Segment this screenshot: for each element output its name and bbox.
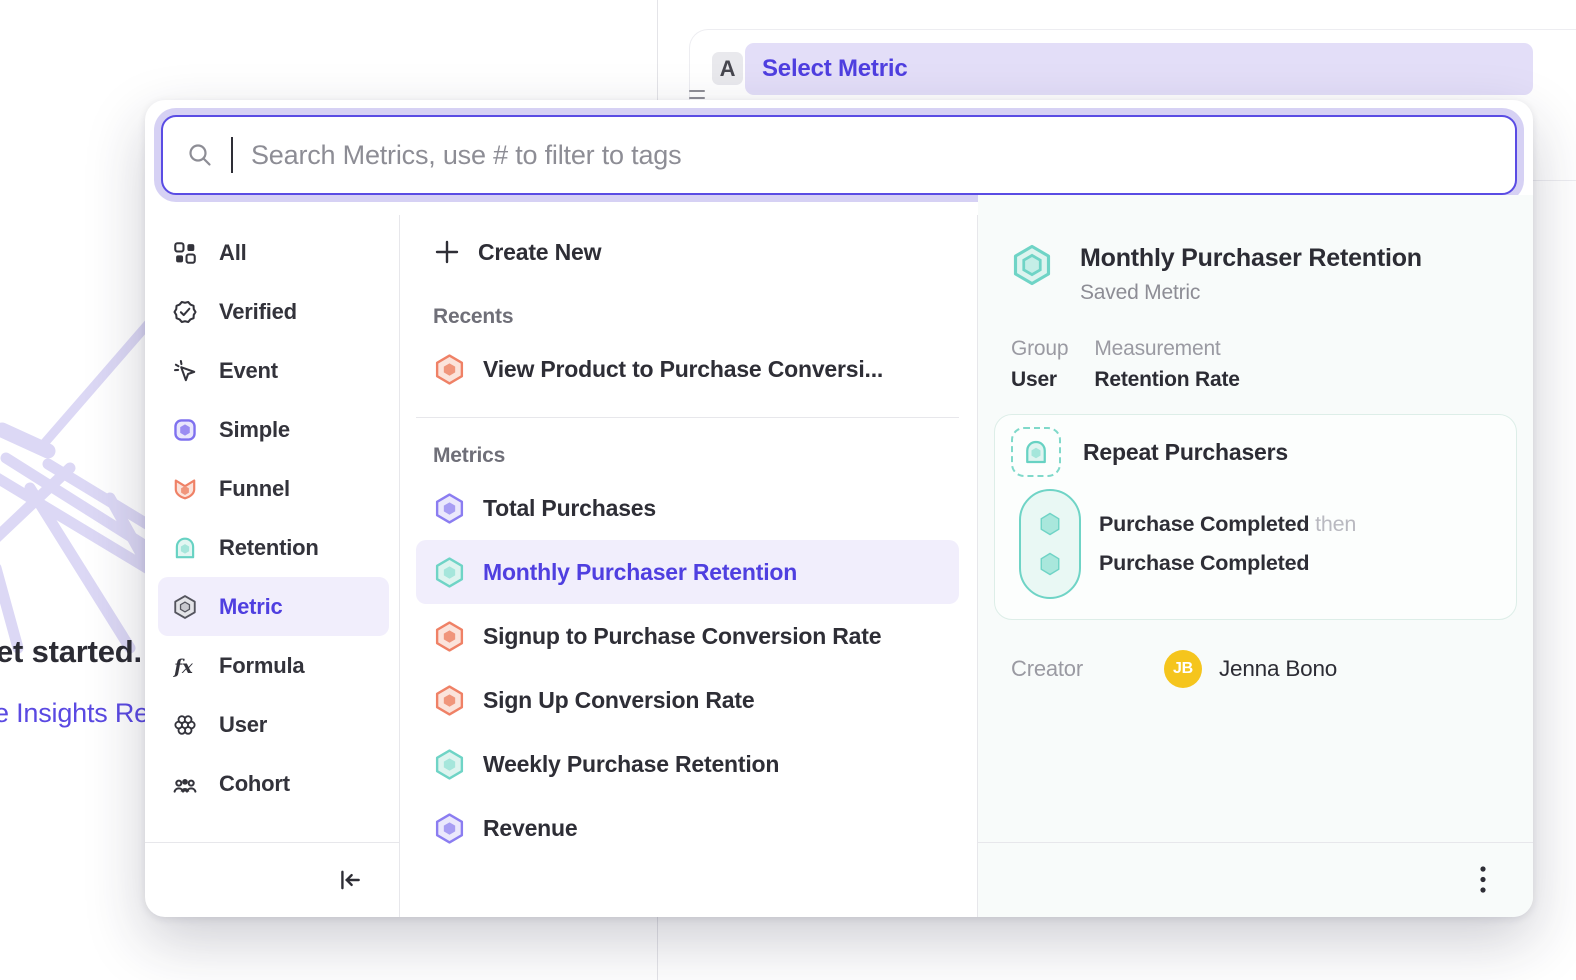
group-value: User <box>1011 368 1068 392</box>
cohort-title: Repeat Purchasers <box>1083 439 1288 466</box>
creator-row: Creator JB Jenna Bono <box>994 650 1517 688</box>
sidebar-item-verified[interactable]: Verified <box>158 282 389 341</box>
metric-label: Total Purchases <box>483 495 656 522</box>
metric-row-monthly-purchaser-retention[interactable]: Monthly Purchaser Retention <box>416 540 959 604</box>
event-hexagon-icon <box>1036 550 1064 578</box>
simple-metric-hexagon-icon <box>433 812 466 845</box>
measurement-label: Measurement <box>1094 337 1239 361</box>
funnel-icon <box>172 476 198 502</box>
sidebar-item-cohort[interactable]: Cohort <box>158 754 389 813</box>
plus-icon <box>433 238 461 266</box>
kebab-menu-button[interactable] <box>1463 860 1503 900</box>
sidebar-item-all[interactable]: All <box>158 223 389 282</box>
group-meta: Group User <box>1011 337 1068 392</box>
metric-label: Signup to Purchase Conversion Rate <box>483 623 881 650</box>
filter-sidebar: All Verified <box>145 215 400 917</box>
retention-metric-hexagon-icon <box>1010 243 1054 287</box>
metric-row-weekly-purchase-retention[interactable]: Weekly Purchase Retention <box>416 732 959 796</box>
create-new-button[interactable]: Create New <box>416 223 959 281</box>
metric-label: Revenue <box>483 815 577 842</box>
search-bar[interactable] <box>161 115 1517 195</box>
retention-metric-hexagon-icon <box>433 748 466 781</box>
sidebar-item-simple[interactable]: Simple <box>158 400 389 459</box>
sidebar-item-user[interactable]: User <box>158 695 389 754</box>
detail-header: Monthly Purchaser Retention Saved Metric <box>994 243 1517 305</box>
funnel-metric-hexagon-icon <box>433 353 466 386</box>
sidebar-item-formula[interactable]: fx Formula <box>158 636 389 695</box>
background-report-link-fragment[interactable]: e Insights Re <box>0 698 149 729</box>
metric-list: Create New Recents View Product to Purch… <box>400 215 978 917</box>
metric-label: Weekly Purchase Retention <box>483 751 779 778</box>
sidebar-item-label: Retention <box>219 535 319 561</box>
metric-label: Monthly Purchaser Retention <box>483 559 797 586</box>
metric-detail-panel: Monthly Purchaser Retention Saved Metric… <box>978 195 1533 917</box>
sidebar-item-label: Event <box>219 358 278 384</box>
creator-label: Creator <box>1011 656 1164 682</box>
metric-label: Sign Up Conversion Rate <box>483 687 754 714</box>
sidebar-item-event[interactable]: Event <box>158 341 389 400</box>
group-label: Group <box>1011 337 1068 361</box>
sidebar-item-metric[interactable]: Metric <box>158 577 389 636</box>
metric-row-revenue[interactable]: Revenue <box>416 796 959 860</box>
event-hexagon-icon <box>1036 510 1064 538</box>
measurement-value: Retention Rate <box>1094 368 1239 392</box>
metric-hexagon-icon <box>172 594 198 620</box>
svg-text:fx: fx <box>172 657 194 678</box>
recents-section-header: Recents <box>416 305 959 329</box>
measurement-meta: Measurement Retention Rate <box>1094 337 1239 392</box>
select-metric-button[interactable]: Select Metric <box>745 43 1533 95</box>
sidebar-item-label: Funnel <box>219 476 290 502</box>
creator-avatar: JB <box>1164 650 1202 688</box>
funnel-metric-hexagon-icon <box>433 620 466 653</box>
metric-row-total-purchases[interactable]: Total Purchases <box>416 476 959 540</box>
retention-definition-card: Repeat Purchasers <box>994 414 1517 620</box>
simple-borehole-icon <box>172 417 198 443</box>
create-new-label: Create New <box>478 239 601 266</box>
background-heading-fragment: et started. <box>0 634 142 670</box>
retention-arch-icon <box>172 535 198 561</box>
detail-subtitle: Saved Metric <box>1080 281 1422 305</box>
sidebar-item-funnel[interactable]: Funnel <box>158 459 389 518</box>
user-cluster-icon <box>172 712 198 738</box>
metrics-section-header: Metrics <box>416 444 959 468</box>
collapse-left-icon[interactable] <box>337 867 363 893</box>
formula-fx-icon: fx <box>172 653 198 679</box>
metric-row-signup-to-purchase-conversion-rate[interactable]: Signup to Purchase Conversion Rate <box>416 604 959 668</box>
grid-icon <box>172 240 198 266</box>
recent-metric-row[interactable]: View Product to Purchase Conversi... <box>416 337 959 401</box>
metric-label: View Product to Purchase Conversi... <box>483 356 883 383</box>
text-caret <box>231 137 233 173</box>
search-icon <box>187 142 213 168</box>
event-step-2: Purchase Completed <box>1099 551 1356 576</box>
cohort-people-icon <box>172 771 198 797</box>
detail-title: Monthly Purchaser Retention <box>1080 243 1422 273</box>
sidebar-item-retention[interactable]: Retention <box>158 518 389 577</box>
kebab-menu-icon <box>1479 865 1487 895</box>
event-step-1: Purchase Completed then <box>1099 512 1356 537</box>
metric-row-sign-up-conversion-rate[interactable]: Sign Up Conversion Rate <box>416 668 959 732</box>
sidebar-item-label: All <box>219 240 247 266</box>
sidebar-footer <box>145 842 399 917</box>
funnel-metric-hexagon-icon <box>433 684 466 717</box>
cursor-click-icon <box>172 358 198 384</box>
sidebar-item-label: User <box>219 712 267 738</box>
sidebar-item-label: Verified <box>219 299 297 325</box>
metric-picker-modal: All Verified <box>145 100 1533 917</box>
sidebar-item-label: Cohort <box>219 771 290 797</box>
simple-metric-hexagon-icon <box>433 492 466 525</box>
sidebar-item-label: Formula <box>219 653 304 679</box>
detail-footer <box>978 842 1533 917</box>
detail-meta: Group User Measurement Retention Rate <box>994 337 1517 392</box>
then-connector: then <box>1315 512 1356 536</box>
sidebar-item-label: Simple <box>219 417 290 443</box>
section-divider <box>416 417 959 418</box>
block-letter-badge: A <box>712 52 743 85</box>
retention-cohort-icon <box>1011 427 1061 477</box>
event-sequence-capsule <box>1019 489 1081 599</box>
sidebar-item-label: Metric <box>219 594 283 620</box>
creator-name: Jenna Bono <box>1219 656 1337 682</box>
verified-badge-icon <box>172 299 198 325</box>
retention-metric-hexagon-icon <box>433 556 466 589</box>
search-input[interactable] <box>251 140 1491 171</box>
